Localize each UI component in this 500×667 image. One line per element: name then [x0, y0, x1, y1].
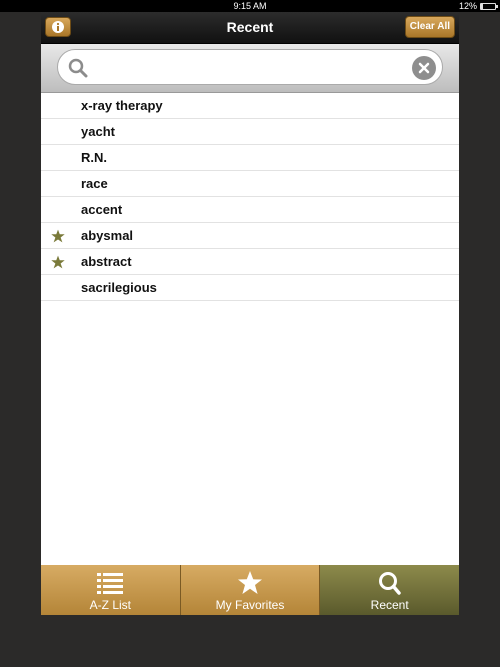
list-item[interactable]: abstract	[41, 249, 459, 275]
star-icon	[238, 571, 262, 594]
list-item[interactable]: race	[41, 171, 459, 197]
list-item[interactable]: sacrilegious	[41, 275, 459, 301]
list-item-label: abstract	[81, 254, 132, 269]
status-time: 9:15 AM	[233, 1, 267, 11]
clear-search-button[interactable]	[412, 56, 436, 80]
battery-percent: 12%	[458, 1, 477, 11]
tab-label: A-Z List	[89, 598, 131, 612]
clear-search-icon	[418, 62, 430, 74]
tab-label: Recent	[370, 598, 409, 612]
list-item-label: x-ray therapy	[81, 98, 163, 113]
clear-all-button[interactable]: Clear All	[404, 16, 455, 38]
battery-status: 12%	[458, 0, 498, 12]
page-title: Recent	[226, 19, 274, 35]
list-item[interactable]: accent	[41, 197, 459, 223]
list-item-label: yacht	[81, 124, 115, 139]
list-item-label: accent	[81, 202, 123, 217]
tab-a-z-list[interactable]: A-Z List	[41, 565, 181, 615]
search-icon	[68, 58, 88, 78]
list-item[interactable]: R.N.	[41, 145, 459, 171]
recent-list: x-ray therapy yacht R.N. race accent aby…	[41, 93, 459, 565]
list-item-label: race	[81, 176, 108, 191]
favorite-star-icon	[51, 255, 65, 269]
status-bar: 9:15 AM 12%	[0, 0, 500, 12]
favorite-star-icon	[51, 229, 65, 243]
tab-bar: A-Z List My Favorites Recent	[41, 565, 460, 615]
list-item-label: abysmal	[81, 228, 134, 243]
tab-recent[interactable]: Recent	[320, 565, 460, 615]
list-item[interactable]: abysmal	[41, 223, 459, 249]
list-item[interactable]: yacht	[41, 119, 459, 145]
tab-my-favorites[interactable]: My Favorites	[180, 565, 321, 615]
navigation-bar: Recent Clear All	[41, 12, 459, 44]
search-input[interactable]	[96, 56, 400, 80]
list-item-label: R.N.	[81, 150, 107, 165]
battery-icon	[480, 2, 498, 10]
search-bar	[41, 44, 459, 93]
list-item[interactable]: x-ray therapy	[41, 93, 459, 119]
list-item-label: sacrilegious	[81, 280, 157, 295]
search-field[interactable]	[57, 49, 443, 85]
list-icon	[97, 573, 124, 594]
search-icon	[378, 572, 401, 595]
tab-label: My Favorites	[215, 598, 285, 612]
